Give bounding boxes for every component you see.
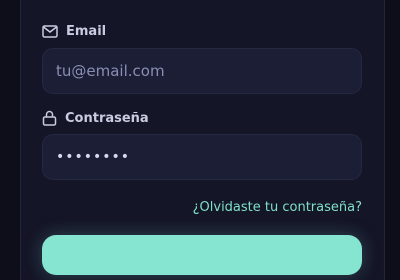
forgot-password-link[interactable]: ¿Olvidaste tu contraseña? bbox=[193, 200, 362, 215]
lock-icon bbox=[42, 110, 57, 126]
mail-icon bbox=[42, 25, 58, 38]
email-label-row: Email bbox=[42, 24, 106, 39]
password-label-row: Contraseña bbox=[42, 110, 149, 126]
password-input[interactable]: •••••••• bbox=[42, 134, 362, 180]
email-label: Email bbox=[66, 24, 107, 39]
password-label: Contraseña bbox=[65, 110, 149, 126]
login-button[interactable] bbox=[42, 235, 362, 275]
email-placeholder: tu@email.com bbox=[56, 62, 165, 80]
password-value: •••••••• bbox=[56, 149, 131, 165]
email-input[interactable]: tu@email.com bbox=[42, 48, 362, 94]
